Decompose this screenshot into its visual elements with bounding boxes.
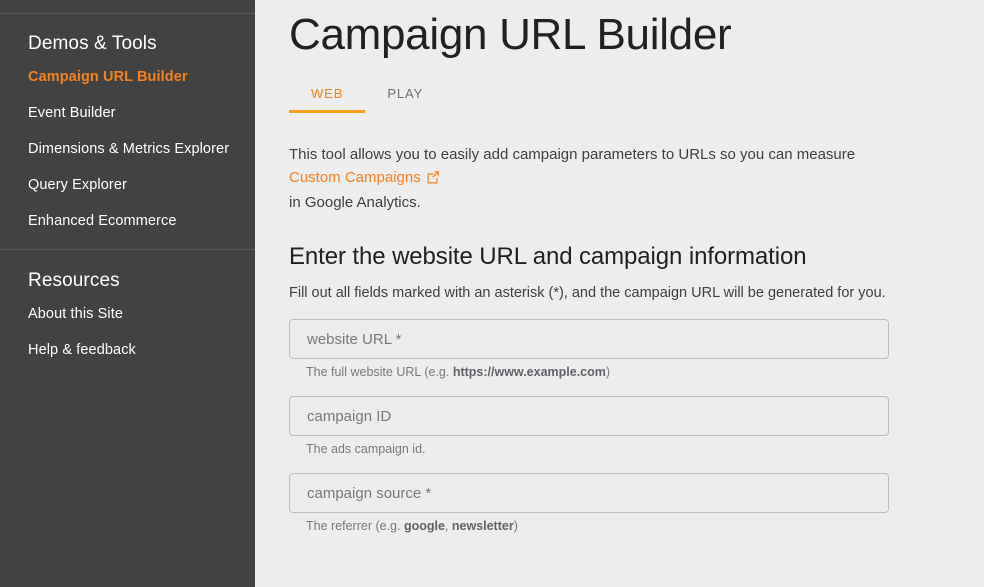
external-link-icon[interactable] — [426, 168, 440, 191]
campaign-url-form: The full website URL (e.g. https://www.e… — [289, 319, 984, 533]
campaign-id-hint-prefix: The ads campaign id. — [306, 442, 426, 456]
sidebar-item-about-this-site[interactable]: About this Site — [0, 296, 255, 332]
intro-line-3: in Google Analytics. — [289, 194, 421, 211]
page-title: Campaign URL Builder — [289, 10, 732, 59]
sidebar-item-event-builder[interactable]: Event Builder — [0, 95, 255, 131]
website-url-hint-example: https://www.example.com — [452, 365, 606, 379]
field-campaign-source: The referrer (e.g. google, newsletter) — [289, 473, 984, 533]
sidebar-item-enhanced-ecommerce[interactable]: Enhanced Ecommerce — [0, 203, 255, 239]
sidebar-top-divider — [0, 0, 255, 14]
website-url-hint: The full website URL (e.g. https://www.e… — [289, 359, 984, 379]
sidebar-item-campaign-url-builder[interactable]: Campaign URL Builder — [0, 59, 255, 95]
field-website-url: The full website URL (e.g. https://www.e… — [289, 319, 984, 379]
field-campaign-id: The ads campaign id. — [289, 396, 984, 456]
intro-line-2: Custom Campaigns — [289, 166, 929, 191]
sidebar-item-query-explorer[interactable]: Query Explorer — [0, 167, 255, 203]
sidebar-item-dimensions-metrics-explorer[interactable]: Dimensions & Metrics Explorer — [0, 131, 255, 167]
campaign-id-input[interactable] — [289, 396, 889, 436]
campaign-source-hint-separator: , — [444, 519, 452, 533]
sidebar-item-help-feedback[interactable]: Help & feedback — [0, 332, 255, 368]
campaign-id-hint: The ads campaign id. — [289, 436, 984, 456]
campaign-source-hint-prefix: The referrer (e.g. — [306, 519, 404, 533]
tab-web[interactable]: WEB — [289, 86, 366, 113]
campaign-source-input[interactable] — [289, 473, 889, 513]
tab-play[interactable]: PLAY — [365, 86, 445, 113]
sidebar-section-demos-tools: Demos & Tools Campaign URL Builder Event… — [0, 14, 255, 239]
custom-campaigns-link[interactable]: Custom Campaigns — [289, 169, 421, 186]
website-url-input[interactable] — [289, 319, 889, 359]
campaign-source-hint: The referrer (e.g. google, newsletter) — [289, 513, 984, 533]
campaign-source-hint-example-1: google — [403, 519, 445, 533]
section-title: Enter the website URL and campaign infor… — [289, 243, 807, 270]
website-url-hint-prefix: The full website URL (e.g. — [306, 365, 453, 379]
sidebar: Demos & Tools Campaign URL Builder Event… — [0, 0, 255, 587]
website-url-hint-suffix: ) — [605, 365, 611, 379]
campaign-source-hint-example-2: newsletter — [451, 519, 514, 533]
main-content: Campaign URL Builder WEB PLAY This tool … — [255, 0, 984, 587]
tab-bar: WEB PLAY — [289, 77, 984, 113]
intro-line-1: This tool allows you to easily add campa… — [289, 146, 856, 163]
intro-paragraph: This tool allows you to easily add campa… — [289, 143, 929, 214]
sidebar-section-resources: Resources About this Site Help & feedbac… — [0, 249, 255, 368]
sidebar-heading-resources: Resources — [28, 270, 120, 291]
campaign-source-hint-suffix: ) — [513, 519, 518, 533]
sidebar-heading-demos-tools: Demos & Tools — [28, 33, 157, 54]
app-root: Demos & Tools Campaign URL Builder Event… — [0, 0, 984, 587]
section-subtitle: Fill out all fields marked with an aster… — [289, 285, 886, 301]
